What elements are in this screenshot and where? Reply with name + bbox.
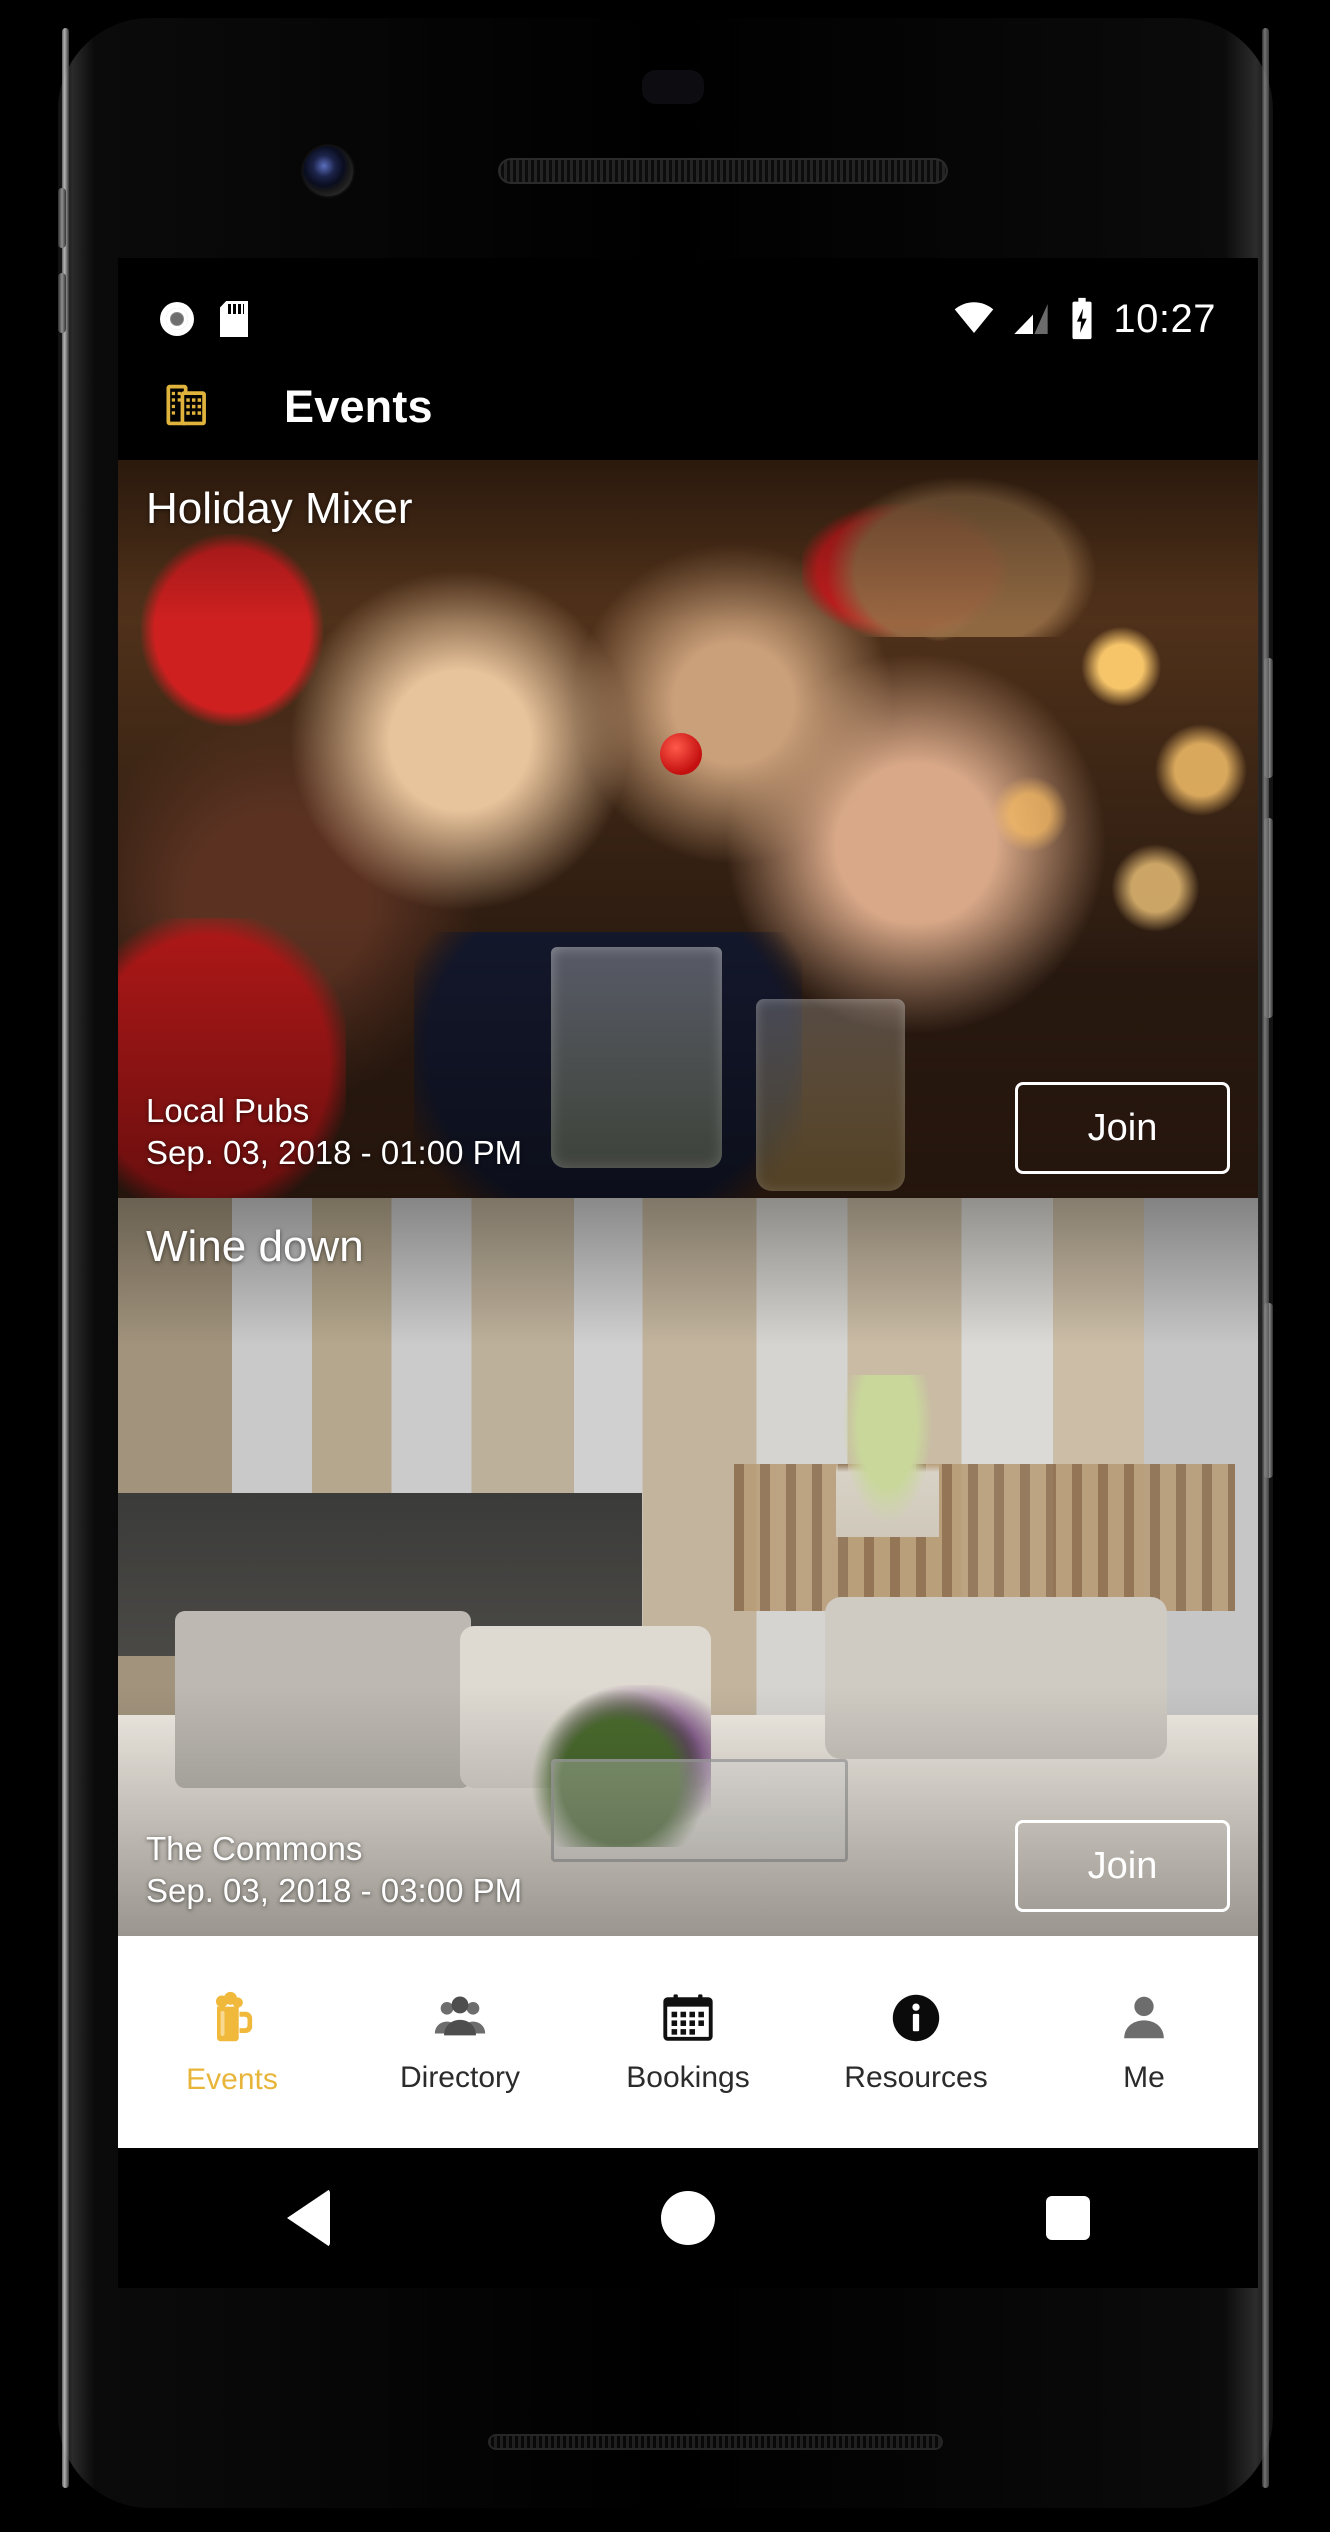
event-card[interactable]: Holiday Mixer Local Pubs Sep. 03, 2018 -… — [118, 460, 1258, 1198]
calendar-icon — [663, 1994, 713, 2041]
event-datetime: Sep. 03, 2018 - 01:00 PM — [146, 1133, 523, 1171]
volume-up-button[interactable] — [58, 188, 66, 248]
proximity-sensor — [642, 70, 704, 104]
side-accent-button[interactable] — [1264, 1303, 1273, 1478]
status-bar-clock: 10:27 — [1113, 296, 1216, 341]
join-button[interactable]: Join — [1015, 1082, 1230, 1174]
tab-resources[interactable]: Resources — [802, 1989, 1030, 2095]
triangle-back-icon — [286, 2189, 330, 2247]
tab-directory[interactable]: Directory — [346, 1989, 574, 2095]
sd-card-icon — [220, 301, 248, 337]
earpiece-speaker — [498, 158, 948, 184]
wifi-icon — [955, 302, 994, 333]
event-venue: Local Pubs — [146, 1091, 310, 1129]
nav-recents-button[interactable] — [1008, 2148, 1128, 2288]
square-recents-icon — [1046, 2196, 1090, 2240]
event-title: Holiday Mixer — [146, 484, 413, 533]
tab-label: Directory — [399, 2061, 520, 2094]
event-datetime: Sep. 03, 2018 - 03:00 PM — [146, 1871, 523, 1909]
event-meta: The Commons Sep. 03, 2018 - 03:00 PM — [146, 1828, 522, 1912]
tab-label: Me — [1123, 2061, 1165, 2094]
event-title: Wine down — [146, 1222, 364, 1271]
battery-charging-icon — [1072, 297, 1092, 340]
volume-down-button[interactable] — [58, 273, 66, 333]
event-meta: Local Pubs Sep. 03, 2018 - 01:00 PM — [146, 1090, 522, 1174]
tab-label: Bookings — [626, 2061, 750, 2094]
page-title: Events — [284, 381, 433, 432]
volume-rocker-button[interactable] — [1264, 818, 1273, 1018]
people-icon — [434, 1996, 486, 2036]
screen-cast-icon — [160, 302, 194, 336]
android-navigation-bar — [118, 2148, 1258, 2288]
circle-home-icon — [661, 2191, 715, 2245]
tab-label: Resources — [844, 2061, 988, 2094]
buildings-icon — [166, 384, 206, 426]
power-button[interactable] — [1264, 658, 1273, 778]
phone-device: 10:27 Events Holiday Mixer Local Pubs Se… — [58, 18, 1273, 2508]
nav-back-button[interactable] — [248, 2148, 368, 2288]
tab-events[interactable]: Events — [118, 1987, 346, 2097]
person-icon — [1124, 1996, 1164, 2039]
join-button[interactable]: Join — [1015, 1820, 1230, 1912]
cell-signal-icon — [1014, 304, 1049, 334]
bottom-tab-bar: Events Directory Bookings Resources Me — [118, 1936, 1258, 2148]
status-bar: 10:27 — [118, 288, 1258, 350]
nav-home-button[interactable] — [628, 2148, 748, 2288]
info-circle-icon — [892, 1994, 940, 2042]
beer-mug-icon — [215, 1991, 253, 2042]
event-venue: The Commons — [146, 1829, 363, 1867]
tab-me[interactable]: Me — [1030, 1989, 1258, 2095]
tab-bookings[interactable]: Bookings — [574, 1989, 802, 2095]
front-camera — [303, 146, 353, 196]
phone-screen: 10:27 Events Holiday Mixer Local Pubs Se… — [118, 258, 1258, 2148]
events-list: Holiday Mixer Local Pubs Sep. 03, 2018 -… — [118, 460, 1258, 1936]
bottom-speaker — [488, 2434, 943, 2450]
app-bar: Events — [118, 354, 1258, 460]
tab-label: Events — [186, 2063, 278, 2096]
event-card[interactable]: Wine down The Commons Sep. 03, 2018 - 03… — [118, 1198, 1258, 1936]
